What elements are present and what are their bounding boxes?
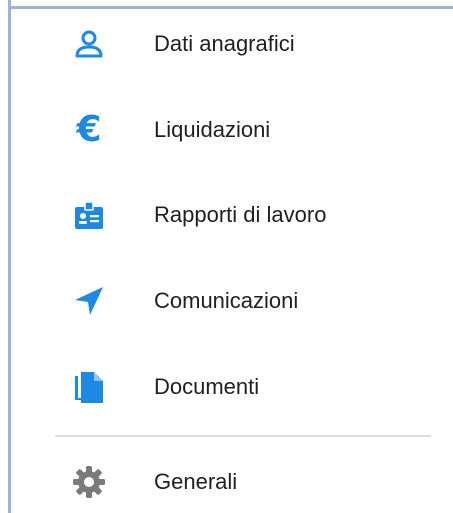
menu-item-generali[interactable]: Generali	[11, 451, 453, 513]
euro-icon: €	[69, 110, 109, 150]
menu-item-label: Rapporti di lavoro	[154, 202, 327, 227]
menu-item-documenti[interactable]: Documenti	[11, 356, 453, 418]
menu-item-comunicazioni[interactable]: Comunicazioni	[11, 270, 453, 332]
send-icon	[69, 281, 109, 321]
menu-item-label: Comunicazioni	[154, 288, 299, 313]
navigation-menu: Dati anagrafici € Liquidazioni Rapporti …	[11, 9, 453, 513]
menu-item-label: Liquidazioni	[154, 117, 271, 142]
person-icon	[69, 24, 109, 64]
documents-icon	[69, 367, 109, 407]
menu-item-dati-anagrafici[interactable]: Dati anagrafici	[11, 13, 453, 75]
menu-item-rapporti-di-lavoro[interactable]: Rapporti di lavoro	[11, 184, 453, 246]
menu-item-label: Documenti	[154, 374, 260, 399]
badge-icon	[69, 195, 109, 235]
gear-icon	[69, 462, 109, 502]
menu-divider	[55, 435, 431, 437]
menu-panel: Dati anagrafici € Liquidazioni Rapporti …	[0, 0, 453, 513]
menu-item-liquidazioni[interactable]: € Liquidazioni	[11, 99, 453, 161]
menu-item-label: Generali	[154, 469, 238, 494]
menu-item-label: Dati anagrafici	[154, 31, 295, 56]
euro-symbol: €	[76, 109, 102, 150]
